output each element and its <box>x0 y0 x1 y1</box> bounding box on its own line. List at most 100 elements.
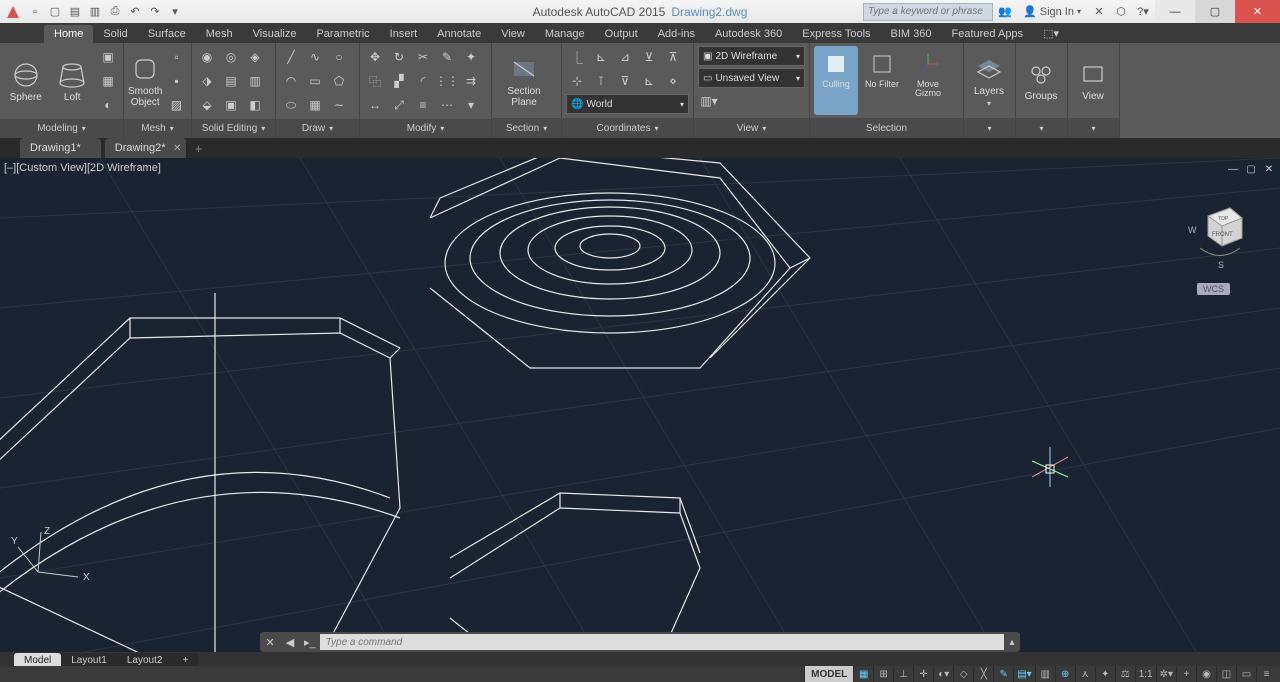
status-grid-icon[interactable]: ▦ <box>853 666 873 682</box>
extract-icon[interactable]: ⬙ <box>196 94 218 116</box>
subtract-icon[interactable]: ◎ <box>220 46 242 68</box>
status-dynamic-icon[interactable]: ✎ <box>993 666 1013 682</box>
status-cycling-icon[interactable]: ⊕ <box>1055 666 1075 682</box>
panel-viewpanel-title[interactable]: ▾ <box>1068 118 1119 138</box>
minimize-button[interactable]: — <box>1155 0 1195 23</box>
rectangle-icon[interactable]: ▭ <box>304 70 326 92</box>
align-icon[interactable]: ≡ <box>412 94 434 116</box>
status-lineweight-icon[interactable]: ▤▾ <box>1013 666 1034 682</box>
rotate-icon[interactable]: ↻ <box>388 46 410 68</box>
panel-coordinates-title[interactable]: Coordinates▾ <box>562 118 693 138</box>
imprint-icon[interactable]: ▥ <box>244 70 266 92</box>
panel-groups-title[interactable]: ▾ <box>1016 118 1067 138</box>
tab-output[interactable]: Output <box>595 25 648 43</box>
tab-solid[interactable]: Solid <box>93 25 137 43</box>
status-gizmo-icon[interactable]: ✦ <box>1095 666 1115 682</box>
tab-annotate[interactable]: Annotate <box>427 25 491 43</box>
status-3dosnap-icon[interactable]: ╳ <box>973 666 993 682</box>
cmd-history-icon[interactable]: ▴ <box>1004 637 1020 648</box>
fillet-icon[interactable]: ◜ <box>412 70 434 92</box>
qat-open-icon[interactable]: ▢ <box>46 3 64 21</box>
doctab-drawing2[interactable]: Drawing2* ✕ <box>105 138 186 158</box>
revolve-icon[interactable]: ◐ <box>97 94 119 116</box>
mesh-refine-icon[interactable]: ▨ <box>165 94 187 116</box>
array-icon[interactable]: ⋮⋮ <box>436 70 458 92</box>
status-osnap-icon[interactable]: ◇ <box>953 666 973 682</box>
polygon-icon[interactable]: ⬠ <box>328 70 350 92</box>
cloud-icon[interactable]: ⬡ <box>1111 3 1131 21</box>
qat-redo-icon[interactable]: ↷ <box>146 3 164 21</box>
status-scale-button[interactable]: 1:1 <box>1135 666 1156 682</box>
culling-button[interactable]: Culling <box>814 46 858 115</box>
command-input[interactable] <box>320 634 1004 650</box>
ucs-icon-7[interactable]: ⊺ <box>590 70 612 92</box>
qat-more-icon[interactable]: ▾ <box>166 3 184 21</box>
status-annot-icon[interactable]: ⚖ <box>1115 666 1135 682</box>
panel-solid-editing-title[interactable]: Solid Editing▾ <box>192 119 275 138</box>
ucs-world-dropdown[interactable]: 🌐 World ▾ <box>566 94 689 114</box>
slice-icon[interactable]: ⬗ <box>196 70 218 92</box>
circle-icon[interactable]: ○ <box>328 46 350 68</box>
groups-button[interactable]: Groups <box>1020 46 1062 115</box>
panel-modeling-title[interactable]: Modeling▾ <box>0 119 123 138</box>
ucs-icon-3[interactable]: ⊿ <box>614 46 636 68</box>
status-custom-icon[interactable]: ≡ <box>1256 666 1276 682</box>
fillet-edge-icon[interactable]: ◧ <box>244 94 266 116</box>
qat-plot-icon[interactable]: ⎙ <box>106 3 124 21</box>
status-clean-icon[interactable]: ▭ <box>1236 666 1256 682</box>
path-array-icon[interactable]: ⋯ <box>436 94 458 116</box>
copy-icon[interactable]: ⿻ <box>364 70 386 92</box>
ucs-icon-8[interactable]: ⊽ <box>614 70 636 92</box>
scale-icon[interactable]: ⤢ <box>388 94 410 116</box>
maximize-button[interactable]: ▢ <box>1195 0 1235 23</box>
tab-autodesk360[interactable]: Autodesk 360 <box>705 25 792 43</box>
app-logo-icon[interactable] <box>3 2 23 22</box>
status-hardware-icon[interactable]: ◉ <box>1196 666 1216 682</box>
help-icon[interactable]: ?▾ <box>1133 3 1153 21</box>
tab-featuredapps[interactable]: Featured Apps <box>942 25 1034 43</box>
view-extra-icon[interactable]: ▥▾ <box>698 90 720 112</box>
sphere-button[interactable]: Sphere <box>4 46 48 116</box>
polyline-icon[interactable]: ∿ <box>304 46 326 68</box>
tab-mesh[interactable]: Mesh <box>196 25 243 43</box>
panel-section-title[interactable]: Section▾ <box>492 118 561 138</box>
wcs-badge[interactable]: WCS <box>1197 283 1230 295</box>
hatch-icon[interactable]: ▦ <box>304 94 326 116</box>
viewport[interactable]: [–][Custom View][2D Wireframe] — ▢ ✕ <box>0 158 1280 652</box>
ucs-icon-6[interactable]: ⊹ <box>566 70 588 92</box>
tab-surface[interactable]: Surface <box>138 25 196 43</box>
cmd-close-icon[interactable]: ✕ <box>260 636 280 649</box>
arc-icon[interactable]: ◠ <box>280 70 302 92</box>
saved-view-dropdown[interactable]: ▭ Unsaved View ▾ <box>698 68 805 88</box>
ucs-icon-1[interactable]: ⎿ <box>566 46 588 68</box>
tab-manage[interactable]: Manage <box>535 25 595 43</box>
panel-mesh-title[interactable]: Mesh▾ <box>124 119 191 138</box>
tab-expresstools[interactable]: Express Tools <box>792 25 880 43</box>
tab-addin-icon[interactable]: ⬚▾ <box>1033 24 1069 43</box>
add-tab-icon[interactable]: + <box>190 140 208 156</box>
ucs-icon-10[interactable]: ⋄ <box>662 70 684 92</box>
move-icon[interactable]: ✥ <box>364 46 386 68</box>
close-button[interactable]: ✕ <box>1235 0 1280 23</box>
qat-save-icon[interactable]: ▤ <box>66 3 84 21</box>
smooth-object-button[interactable]: Smooth Object <box>128 46 162 116</box>
ucs-icon-9[interactable]: ⊾ <box>638 70 660 92</box>
mesh-more-icon[interactable]: ▫ <box>165 46 187 68</box>
visual-style-dropdown[interactable]: ▣ 2D Wireframe ▾ <box>698 46 805 66</box>
tab-parametric[interactable]: Parametric <box>306 25 379 43</box>
nofilter-button[interactable]: No Filter <box>860 46 904 115</box>
thicken-icon[interactable]: ▤ <box>220 70 242 92</box>
move-gizmo-button[interactable]: Move Gizmo <box>906 46 950 115</box>
tab-visualize[interactable]: Visualize <box>243 25 307 43</box>
doctab-drawing1[interactable]: Drawing1* <box>20 138 101 158</box>
offset-icon[interactable]: ⇉ <box>460 70 482 92</box>
more-modify-icon[interactable]: ▾ <box>460 94 482 116</box>
status-ortho-icon[interactable]: ⊥ <box>893 666 913 682</box>
ucs-icon-4[interactable]: ⊻ <box>638 46 660 68</box>
ucs-icon-2[interactable]: ⊾ <box>590 46 612 68</box>
tab-home[interactable]: Home <box>44 25 93 43</box>
search-input[interactable] <box>863 3 993 21</box>
viewcube[interactable]: S W FRONT TOP <box>1180 188 1260 283</box>
status-snap-icon[interactable]: ⊞ <box>873 666 893 682</box>
qat-new-icon[interactable]: ▫ <box>26 3 44 21</box>
